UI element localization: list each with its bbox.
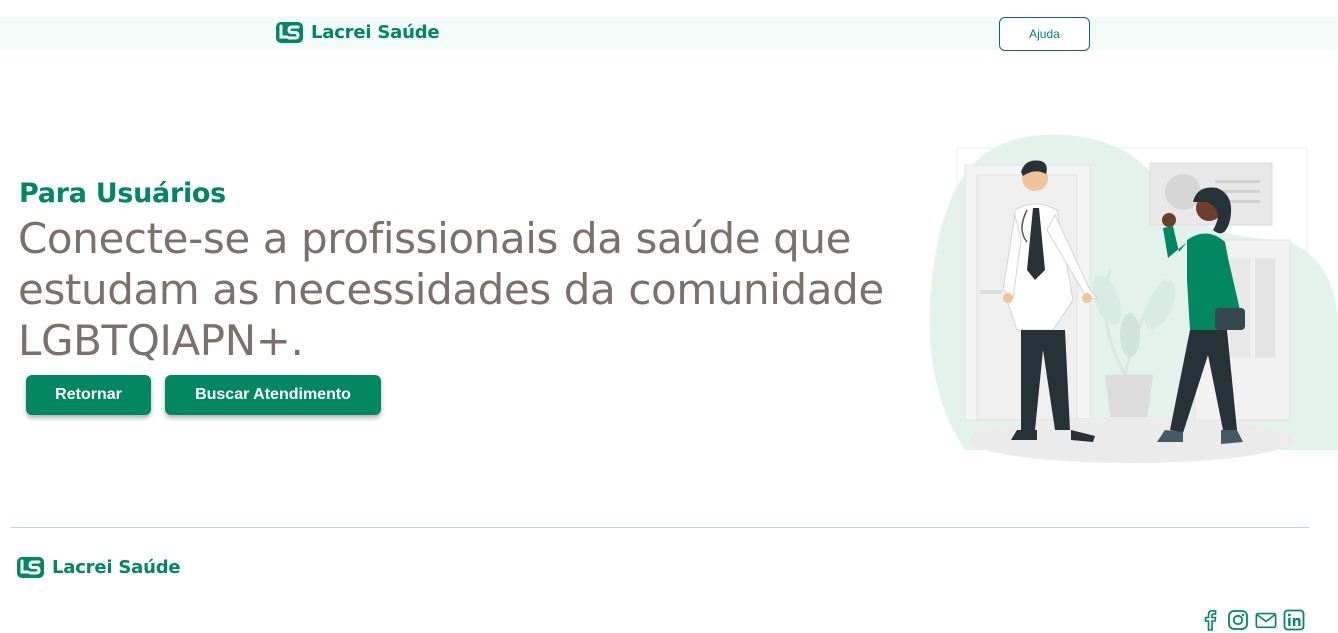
footer-divider xyxy=(11,527,1309,528)
social-links xyxy=(1199,609,1305,631)
footer-logo[interactable]: Lacrei Saúde xyxy=(17,557,181,578)
headline-line-2: estudam as necessidades da comunidade xyxy=(18,265,884,314)
section-eyebrow: Para Usuários xyxy=(19,178,226,209)
footer-brand-name: Lacrei Saúde xyxy=(52,557,181,578)
facebook-icon[interactable] xyxy=(1199,609,1221,631)
lacrei-logo-icon xyxy=(276,22,303,43)
return-button[interactable]: Retornar xyxy=(26,375,151,415)
headline-line-3: LGBTQIAPN+. xyxy=(18,316,304,365)
doctor-patient-illustration xyxy=(929,134,1338,463)
top-header: Lacrei Saúde Ajuda xyxy=(0,17,1338,51)
linkedin-icon[interactable] xyxy=(1283,609,1305,631)
headline-line-1: Conecte-se a profissionais da saúde que xyxy=(18,214,852,263)
instagram-icon[interactable] xyxy=(1227,609,1249,631)
page: Lacrei Saúde Ajuda Para Usuários Conecte… xyxy=(0,0,1338,633)
header-brand-name: Lacrei Saúde xyxy=(311,22,440,43)
hero-headline: Conecte-se a profissionais da saúde que … xyxy=(18,213,918,366)
help-button[interactable]: Ajuda xyxy=(999,17,1090,51)
header-logo[interactable]: Lacrei Saúde xyxy=(276,22,440,43)
email-icon[interactable] xyxy=(1255,609,1277,631)
search-care-button[interactable]: Buscar Atendimento xyxy=(165,375,381,415)
lacrei-logo-icon xyxy=(17,557,44,578)
